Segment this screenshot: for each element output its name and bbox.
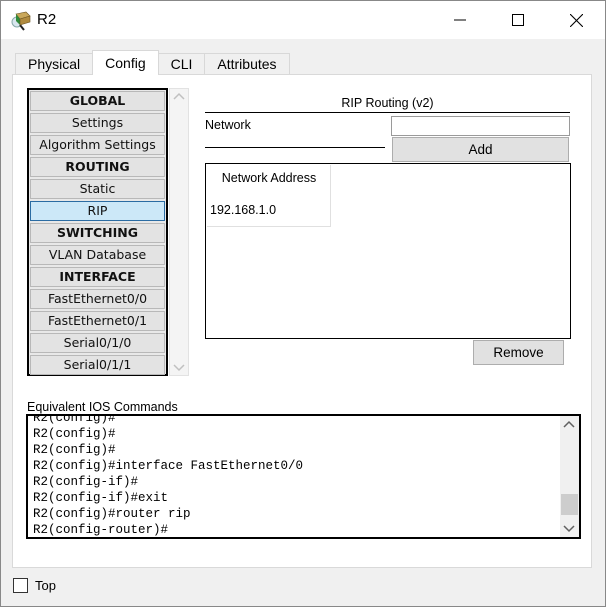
tab-physical[interactable]: Physical (15, 53, 94, 75)
nav-header-global[interactable]: GLOBAL (30, 91, 165, 111)
ios-line: R2(config)# (33, 414, 116, 425)
nav-item-fastethernet0-1[interactable]: FastEthernet0/1 (30, 311, 165, 331)
nav-item-rip[interactable]: RIP (30, 201, 165, 221)
top-checkbox[interactable] (13, 578, 28, 593)
ios-command-lines: R2(config)# R2(config)# R2(config)# R2(conf… (33, 414, 304, 537)
add-button[interactable]: Add (392, 137, 569, 162)
chevron-down-icon[interactable] (563, 525, 575, 533)
ios-commands-label: Equivalent IOS Commands (27, 400, 178, 414)
ios-line: R2(config-if)#exit (33, 491, 169, 505)
minimize-icon (454, 19, 466, 21)
nav-item-serial0-1-1[interactable]: Serial0/1/1 (30, 355, 165, 375)
scrollbar-thumb[interactable] (561, 494, 578, 515)
nav-item-algorithm-settings[interactable]: Algorithm Settings (30, 135, 165, 155)
network-address-column: Network Address 192.168.1.0 (207, 165, 331, 227)
nav-item-vlan-database[interactable]: VLAN Database (30, 245, 165, 265)
tab-bar: Physical Config CLI Attributes (15, 50, 290, 75)
close-button[interactable] (547, 1, 605, 39)
divider (205, 112, 570, 113)
nav-item-serial0-1-0[interactable]: Serial0/1/0 (30, 333, 165, 353)
top-checkbox-label[interactable]: Top (35, 578, 56, 593)
ios-commands-console[interactable]: R2(config)# R2(config)# R2(config)# R2(conf… (26, 414, 581, 539)
ios-line: R2(config)#router rip (33, 507, 191, 521)
router-magnifier-icon (10, 10, 32, 31)
tab-config[interactable]: Config (92, 50, 159, 75)
config-nav-list: GLOBAL Settings Algorithm Settings ROUTI… (27, 88, 168, 376)
network-input[interactable] (391, 116, 570, 136)
config-panel: GLOBAL Settings Algorithm Settings ROUTI… (12, 74, 592, 568)
remove-button[interactable]: Remove (473, 340, 564, 365)
ios-line: R2(config)# (33, 443, 116, 457)
ios-scrollbar[interactable] (560, 416, 579, 537)
nav-item-static[interactable]: Static (30, 179, 165, 199)
divider (205, 147, 385, 148)
chevron-up-icon[interactable] (563, 420, 575, 428)
nav-header-routing[interactable]: ROUTING (30, 157, 165, 177)
rip-section-title: RIP Routing (v2) (341, 96, 434, 110)
window-title: R2 (37, 11, 57, 28)
ios-line: R2(config-router)# (33, 523, 169, 537)
chevron-up-icon[interactable] (173, 92, 185, 100)
ios-line: R2(config)# (33, 427, 116, 441)
close-icon (569, 13, 583, 27)
chevron-down-icon[interactable] (173, 364, 185, 372)
tab-attributes[interactable]: Attributes (204, 53, 290, 75)
nav-item-settings[interactable]: Settings (30, 113, 165, 133)
nav-scrollbar[interactable] (169, 88, 189, 376)
ios-line: R2(config)#interface FastEthernet0/0 (33, 459, 304, 473)
maximize-icon (512, 14, 524, 26)
list-item[interactable]: 192.168.1.0 (210, 203, 276, 217)
nav-header-switching[interactable]: SWITCHING (30, 223, 165, 243)
maximize-button[interactable] (489, 1, 547, 39)
network-address-list[interactable]: Network Address 192.168.1.0 (205, 163, 571, 339)
device-window: R2 Physical Config CLI Attributes GLOBAL… (0, 0, 606, 607)
tab-cli[interactable]: CLI (157, 53, 206, 75)
network-label: Network (205, 118, 251, 132)
ios-line: R2(config-if)# (33, 475, 139, 489)
minimize-button[interactable] (431, 1, 489, 39)
nav-item-fastethernet0-0[interactable]: FastEthernet0/0 (30, 289, 165, 309)
column-header: Network Address (221, 171, 317, 185)
title-bar: R2 (1, 1, 605, 39)
nav-header-interface[interactable]: INTERFACE (30, 267, 165, 287)
